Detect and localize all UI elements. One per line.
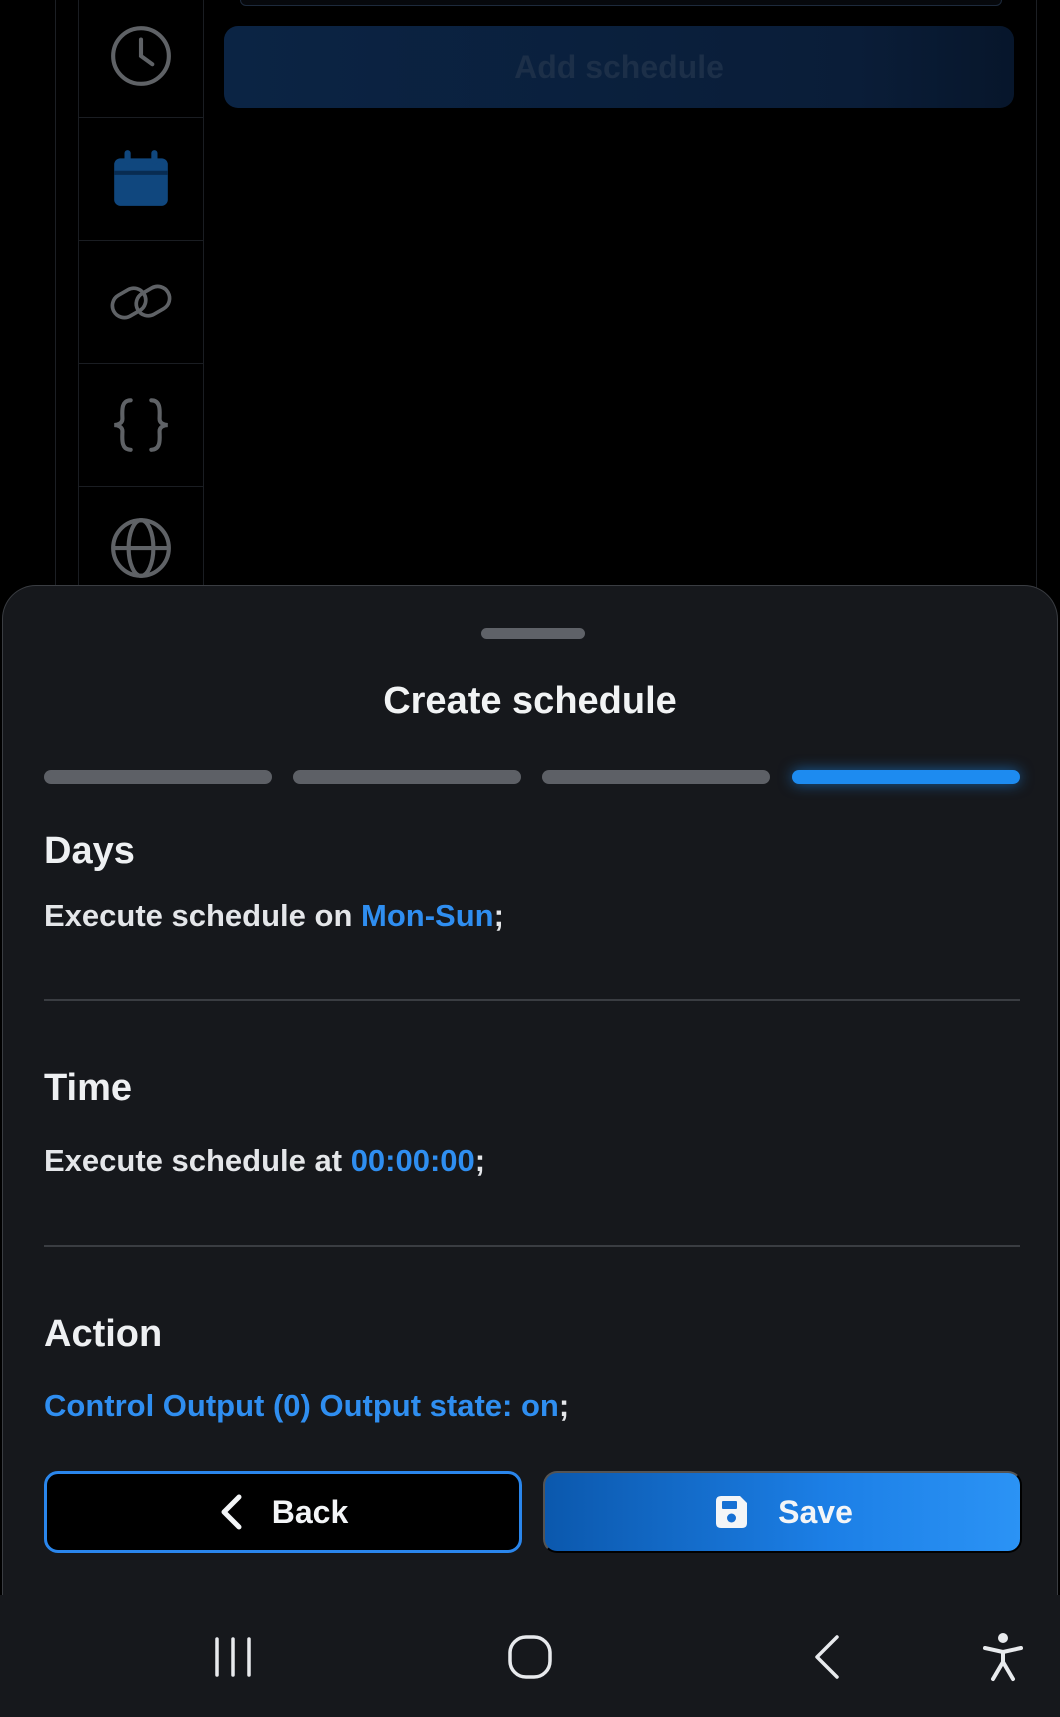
action-value: Control Output (0) Output state: on — [44, 1388, 559, 1423]
recent-apps-icon — [215, 1637, 251, 1677]
save-button-label: Save — [778, 1493, 853, 1530]
time-value: 00:00:00 — [350, 1143, 475, 1178]
time-heading: Time — [44, 1067, 133, 1109]
side-navigation-rail — [78, 0, 204, 610]
link-icon — [110, 284, 172, 319]
sheet-title: Create schedule — [383, 680, 677, 722]
accessibility-icon — [983, 1633, 1023, 1681]
rail-item-clock[interactable] — [79, 0, 203, 118]
add-schedule-button[interactable]: Add schedule — [224, 26, 1014, 108]
section-divider — [44, 1245, 1020, 1247]
action-suffix: ; — [558, 1388, 570, 1423]
accessibility-button[interactable] — [968, 1625, 1038, 1689]
back-button-label: Back — [271, 1493, 349, 1530]
time-prefix: Execute schedule at — [44, 1143, 351, 1178]
days-summary: Execute schedule on Mon-Sun; — [44, 898, 504, 934]
action-heading: Action — [44, 1313, 163, 1355]
section-divider — [44, 999, 1020, 1001]
days-suffix: ; — [493, 898, 504, 933]
create-schedule-sheet: Create schedule Days Execute schedule on… — [2, 585, 1058, 1595]
days-heading: Days — [44, 830, 135, 872]
home-icon — [508, 1635, 552, 1679]
step-indicator-2 — [293, 770, 521, 784]
system-navigation-bar — [0, 1595, 1060, 1717]
globe-icon — [111, 517, 171, 578]
save-button[interactable]: Save — [543, 1471, 1022, 1553]
system-back-button[interactable] — [792, 1625, 862, 1689]
time-summary: Execute schedule at 00:00:00; — [44, 1143, 485, 1179]
days-prefix: Execute schedule on — [44, 898, 361, 933]
days-value: Mon-Sun — [361, 898, 494, 933]
step-progress — [44, 770, 1020, 784]
time-suffix: ; — [474, 1143, 486, 1178]
system-back-icon — [815, 1635, 839, 1679]
chevron-left-icon — [218, 1493, 244, 1531]
recent-apps-button[interactable] — [198, 1625, 268, 1689]
step-indicator-3 — [542, 770, 770, 784]
step-indicator-1 — [44, 770, 272, 784]
step-indicator-4-active — [792, 770, 1020, 784]
braces-icon — [114, 397, 168, 452]
rail-item-link[interactable] — [79, 240, 203, 364]
rail-item-braces[interactable] — [79, 363, 203, 487]
rail-item-calendar[interactable] — [79, 117, 203, 241]
save-icon — [712, 1493, 750, 1531]
back-button[interactable]: Back — [44, 1471, 522, 1553]
calendar-icon — [114, 149, 168, 206]
action-summary: Control Output (0) Output state: on; — [44, 1388, 569, 1424]
home-button[interactable] — [495, 1625, 565, 1689]
clock-icon — [111, 25, 171, 86]
sheet-drag-handle[interactable] — [481, 628, 585, 639]
background-card-edge — [240, 0, 1002, 6]
